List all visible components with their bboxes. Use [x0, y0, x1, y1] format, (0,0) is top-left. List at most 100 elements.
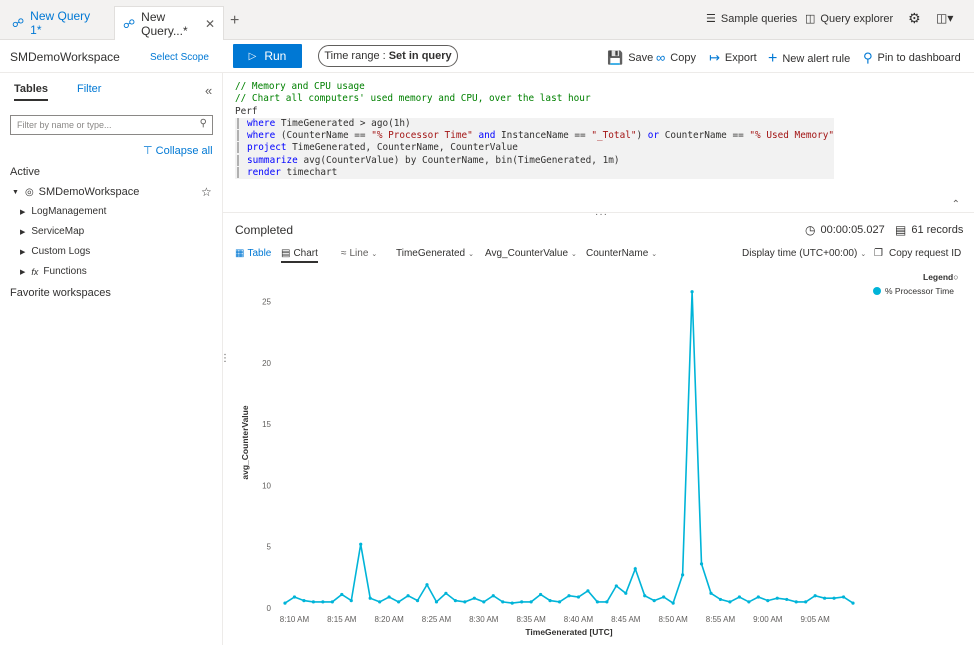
query-explorer-label: Query explorer — [820, 12, 894, 25]
schema-sidebar: Tables Filter « Filter by name or type..… — [0, 73, 230, 645]
elapsed-time: ◷ 00:00:05.027 — [805, 223, 885, 237]
x-tick-label: 8:25 AM — [422, 615, 452, 624]
y-tick-label: 0 — [267, 604, 272, 613]
data-point — [605, 600, 609, 604]
y-column-dropdown[interactable]: Avg_CounterValue ⌄ — [485, 248, 577, 259]
gear-icon[interactable]: ⚙ — [908, 10, 921, 27]
time-range-picker[interactable]: Time range : Set in query — [318, 45, 458, 67]
run-label: Run — [264, 49, 287, 63]
data-point — [804, 600, 808, 604]
save-button[interactable]: 💾 Save — [607, 50, 653, 66]
export-button[interactable]: ↦ Export — [709, 50, 757, 66]
data-point — [823, 596, 827, 600]
code-line[interactable]: render timechart — [235, 167, 835, 180]
tab-tables[interactable]: Tables — [14, 83, 49, 101]
collapse-icon: ⊤ — [143, 145, 153, 157]
x-tick-label: 8:15 AM — [327, 615, 357, 624]
table-filter-input[interactable]: Filter by name or type... ⚲ — [10, 115, 213, 135]
layout-toggle-icon[interactable]: ◫▾ — [936, 11, 953, 25]
data-point — [529, 600, 533, 604]
collapse-editor-icon[interactable]: ⌃ — [952, 199, 960, 210]
data-point — [330, 600, 334, 604]
new-alert-rule-label: New alert rule — [782, 53, 851, 65]
close-icon[interactable]: ✕ — [205, 17, 215, 31]
data-point — [425, 583, 429, 587]
x-column-label: TimeGenerated — [396, 248, 466, 259]
data-point — [444, 591, 448, 595]
legend-item[interactable]: % Processor Time — [873, 286, 954, 296]
run-button[interactable]: ▷ Run — [233, 44, 302, 68]
pipe-marker — [237, 142, 239, 154]
code-line[interactable]: project TimeGenerated, CounterName, Coun… — [235, 142, 835, 155]
collapse-all-button[interactable]: ⊤ Collapse all — [143, 144, 213, 157]
data-point — [671, 601, 675, 605]
caret-right-icon: ▶ — [20, 208, 26, 216]
sample-queries-button[interactable]: ☰ Sample queries — [706, 12, 797, 26]
sidebar-item-servicemap[interactable]: ▶ ServiceMap — [20, 226, 84, 237]
data-point — [576, 595, 581, 599]
split-column-dropdown[interactable]: CounterName ⌄ — [586, 248, 657, 259]
copy-icon: ❐ — [874, 248, 883, 259]
y-tick-label: 25 — [262, 298, 271, 307]
display-time-dropdown[interactable]: Display time (UTC+00:00) ⌄ — [742, 248, 866, 259]
caret-right-icon: ▶ — [20, 228, 26, 236]
time-range-label: Time range : — [324, 50, 386, 62]
document-icon: ▤ — [895, 223, 907, 237]
x-column-dropdown[interactable]: TimeGenerated ⌄ — [396, 248, 474, 259]
tab-chart-view[interactable]: ▤ Chart — [281, 248, 318, 263]
data-point — [378, 600, 382, 604]
copy-button[interactable]: ∞ Copy — [656, 50, 696, 65]
copy-request-id-button[interactable]: ❐ Copy request ID — [874, 248, 961, 259]
chart-icon: ▤ — [281, 248, 291, 259]
export-label: Export — [724, 52, 757, 64]
tab-filter[interactable]: Filter — [77, 83, 101, 95]
data-point — [841, 595, 846, 599]
sidebar-item-logmanagement[interactable]: ▶ LogManagement — [20, 206, 106, 217]
split-column-label: CounterName — [586, 248, 649, 259]
data-point — [718, 597, 723, 602]
code-line[interactable]: summarize avg(CounterValue) by CounterNa… — [235, 154, 835, 168]
legend-title[interactable]: Legend○ — [923, 272, 958, 282]
sidebar-item-custom-logs[interactable]: ▶ Custom Logs — [20, 246, 90, 257]
tab-table-view[interactable]: ▦ Table — [235, 248, 271, 259]
data-point — [775, 596, 779, 600]
sidebar-item-functions[interactable]: ▶ fx Functions — [20, 266, 87, 277]
sidebar-item-label: Functions — [43, 266, 87, 277]
data-point — [283, 601, 287, 605]
legend-series-label: % Processor Time — [885, 286, 954, 296]
elapsed-time-value: 00:00:05.027 — [820, 224, 885, 236]
query-explorer-button[interactable]: ◫ Query explorer — [805, 12, 894, 26]
query-code[interactable]: // Memory and CPU usage// Chart all comp… — [235, 81, 835, 180]
pin-to-dashboard-button[interactable]: ⚲ Pin to dashboard — [863, 50, 961, 66]
tab-new-query-2[interactable]: ☍ New Query...* ✕ — [114, 6, 224, 40]
code-keyword: render — [247, 167, 281, 179]
results-view-bar: ▦ Table ▤ Chart ≈ Line ⌄ TimeGenerated ⌄… — [223, 245, 974, 267]
y-column-label: Avg_CounterValue — [485, 248, 569, 259]
sidebar-item-workspace[interactable]: ▼ ◎ SMDemoWorkspace — [12, 186, 139, 198]
tab-new-query-1[interactable]: ☍ New Query 1* — [4, 6, 112, 40]
code-keyword: project — [247, 142, 287, 154]
data-point — [624, 591, 628, 595]
query-icon: ☍ — [123, 16, 136, 31]
list-icon: ☰ — [706, 13, 716, 25]
table-view-label: Table — [247, 248, 272, 259]
code-line[interactable]: Perf — [235, 106, 834, 118]
new-alert-rule-button[interactable]: + New alert rule — [768, 50, 850, 68]
select-scope-link[interactable]: Select Scope — [150, 52, 209, 63]
x-tick-label: 9:00 AM — [753, 615, 783, 624]
star-icon[interactable]: ☆ — [201, 185, 212, 199]
display-time-label: Display time (UTC+00:00) — [742, 248, 858, 259]
data-point — [472, 596, 476, 600]
collapse-sidebar-icon[interactable]: « — [205, 83, 212, 98]
code-line[interactable]: where (CounterName == "% Processor Time"… — [235, 130, 835, 143]
code-line[interactable]: // Chart all computers' used memory and … — [235, 93, 834, 105]
pipe-marker — [237, 154, 239, 166]
chart-type-dropdown[interactable]: ≈ Line ⌄ — [341, 248, 377, 259]
query-editor[interactable]: // Memory and CPU usage// Chart all comp… — [223, 73, 974, 220]
data-point — [397, 600, 401, 604]
code-line[interactable]: // Memory and CPU usage — [235, 81, 834, 93]
data-point — [539, 592, 543, 597]
code-line[interactable]: where TimeGenerated > ago(1h) — [235, 117, 835, 131]
add-tab-button[interactable]: + — [230, 12, 239, 30]
code-keyword: where — [247, 130, 276, 142]
